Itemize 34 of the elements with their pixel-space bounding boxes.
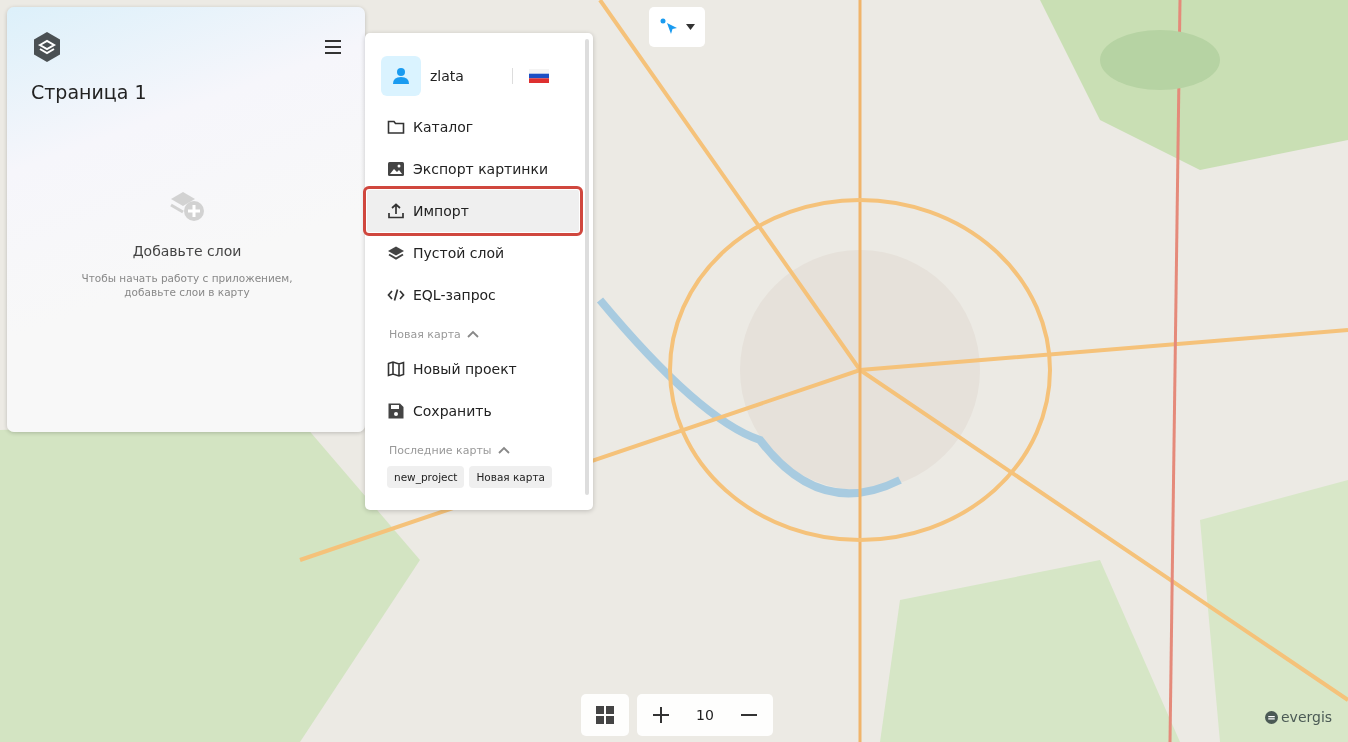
select-tool-button[interactable] xyxy=(649,7,705,47)
menu-item[interactable]: Новый проект xyxy=(367,348,579,390)
add-layer-icon xyxy=(169,189,205,223)
map-icon xyxy=(387,360,405,378)
empty-hint: Чтобы начать работу с приложением, добавьте слои в карту xyxy=(80,271,294,299)
plus-icon xyxy=(653,707,669,723)
menu-item[interactable]: Сохранить xyxy=(367,390,579,432)
page-title: Страница 1 xyxy=(31,81,148,103)
chevron-icon xyxy=(466,330,479,338)
menu-button[interactable] xyxy=(323,38,343,56)
recent-map-chip[interactable]: Новая карта xyxy=(469,466,552,488)
upload-icon xyxy=(387,202,405,220)
caret-icon xyxy=(685,24,695,30)
grid-icon xyxy=(596,706,614,724)
menu-item[interactable]: Пустой слой xyxy=(367,232,579,274)
layers-icon xyxy=(387,244,405,262)
layers-logo-icon xyxy=(31,31,63,63)
menu-item[interactable]: Каталог xyxy=(367,106,579,148)
layout-button[interactable] xyxy=(581,694,629,736)
person-icon xyxy=(392,67,410,85)
minus-icon xyxy=(741,714,757,716)
menu-icon xyxy=(325,40,341,54)
save-icon xyxy=(387,402,405,420)
user-name[interactable]: zlata xyxy=(430,68,512,84)
image-icon xyxy=(387,160,405,178)
zoom-level: 10 xyxy=(696,707,714,723)
chevron-icon xyxy=(497,446,510,454)
brand-logo-icon xyxy=(1265,710,1278,724)
brand-name: evergis xyxy=(1281,709,1333,725)
russia-flag-icon[interactable] xyxy=(529,69,549,83)
folder-icon xyxy=(387,118,405,136)
recent-map-chip[interactable]: new_project xyxy=(387,466,465,488)
menu-item[interactable]: EQL-запрос xyxy=(367,274,579,316)
empty-title: Добавьте слои xyxy=(132,243,242,259)
